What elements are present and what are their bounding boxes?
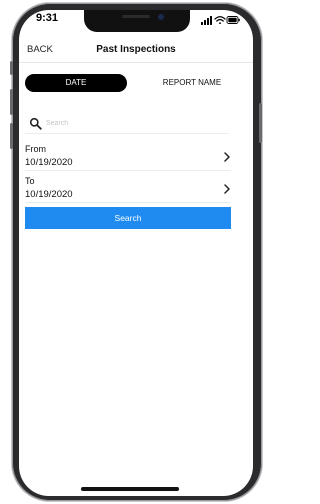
home-indicator <box>81 487 179 491</box>
search-icon <box>29 117 42 130</box>
notch <box>84 10 190 32</box>
to-date-value: 10/19/2020 <box>25 189 73 200</box>
to-label: To <box>25 176 35 186</box>
segment-report-name[interactable]: REPORT NAME <box>137 74 247 92</box>
search-bar <box>25 115 229 134</box>
volume-up-button <box>10 89 13 115</box>
signal-icon <box>201 16 212 25</box>
from-date-row[interactable]: From 10/19/2020 <box>25 144 231 171</box>
filter-segmented-control: DATE REPORT NAME <box>25 74 247 92</box>
to-date-row[interactable]: To 10/19/2020 <box>25 176 231 203</box>
wifi-icon <box>214 16 226 25</box>
page-title: Past Inspections <box>96 44 176 55</box>
power-button <box>259 103 262 143</box>
silent-switch <box>10 61 13 75</box>
chevron-right-icon <box>224 152 230 162</box>
from-date-value: 10/19/2020 <box>25 157 73 168</box>
chevron-right-icon <box>224 184 230 194</box>
navigation-bar: BACK Past Inspections <box>19 38 253 63</box>
speaker <box>122 15 150 18</box>
device-mockup: 9:31 BACK Past Inspections DATE REPORT N… <box>0 0 262 504</box>
status-time: 9:31 <box>36 12 59 24</box>
segment-date[interactable]: DATE <box>25 74 127 92</box>
front-camera <box>158 14 164 20</box>
volume-down-button <box>10 123 13 149</box>
screen: 9:31 BACK Past Inspections DATE REPORT N… <box>19 10 253 496</box>
from-label: From <box>25 144 46 154</box>
status-icons <box>201 13 241 25</box>
search-input[interactable] <box>46 117 216 130</box>
battery-icon <box>226 16 240 24</box>
search-button[interactable]: Search <box>25 207 231 229</box>
